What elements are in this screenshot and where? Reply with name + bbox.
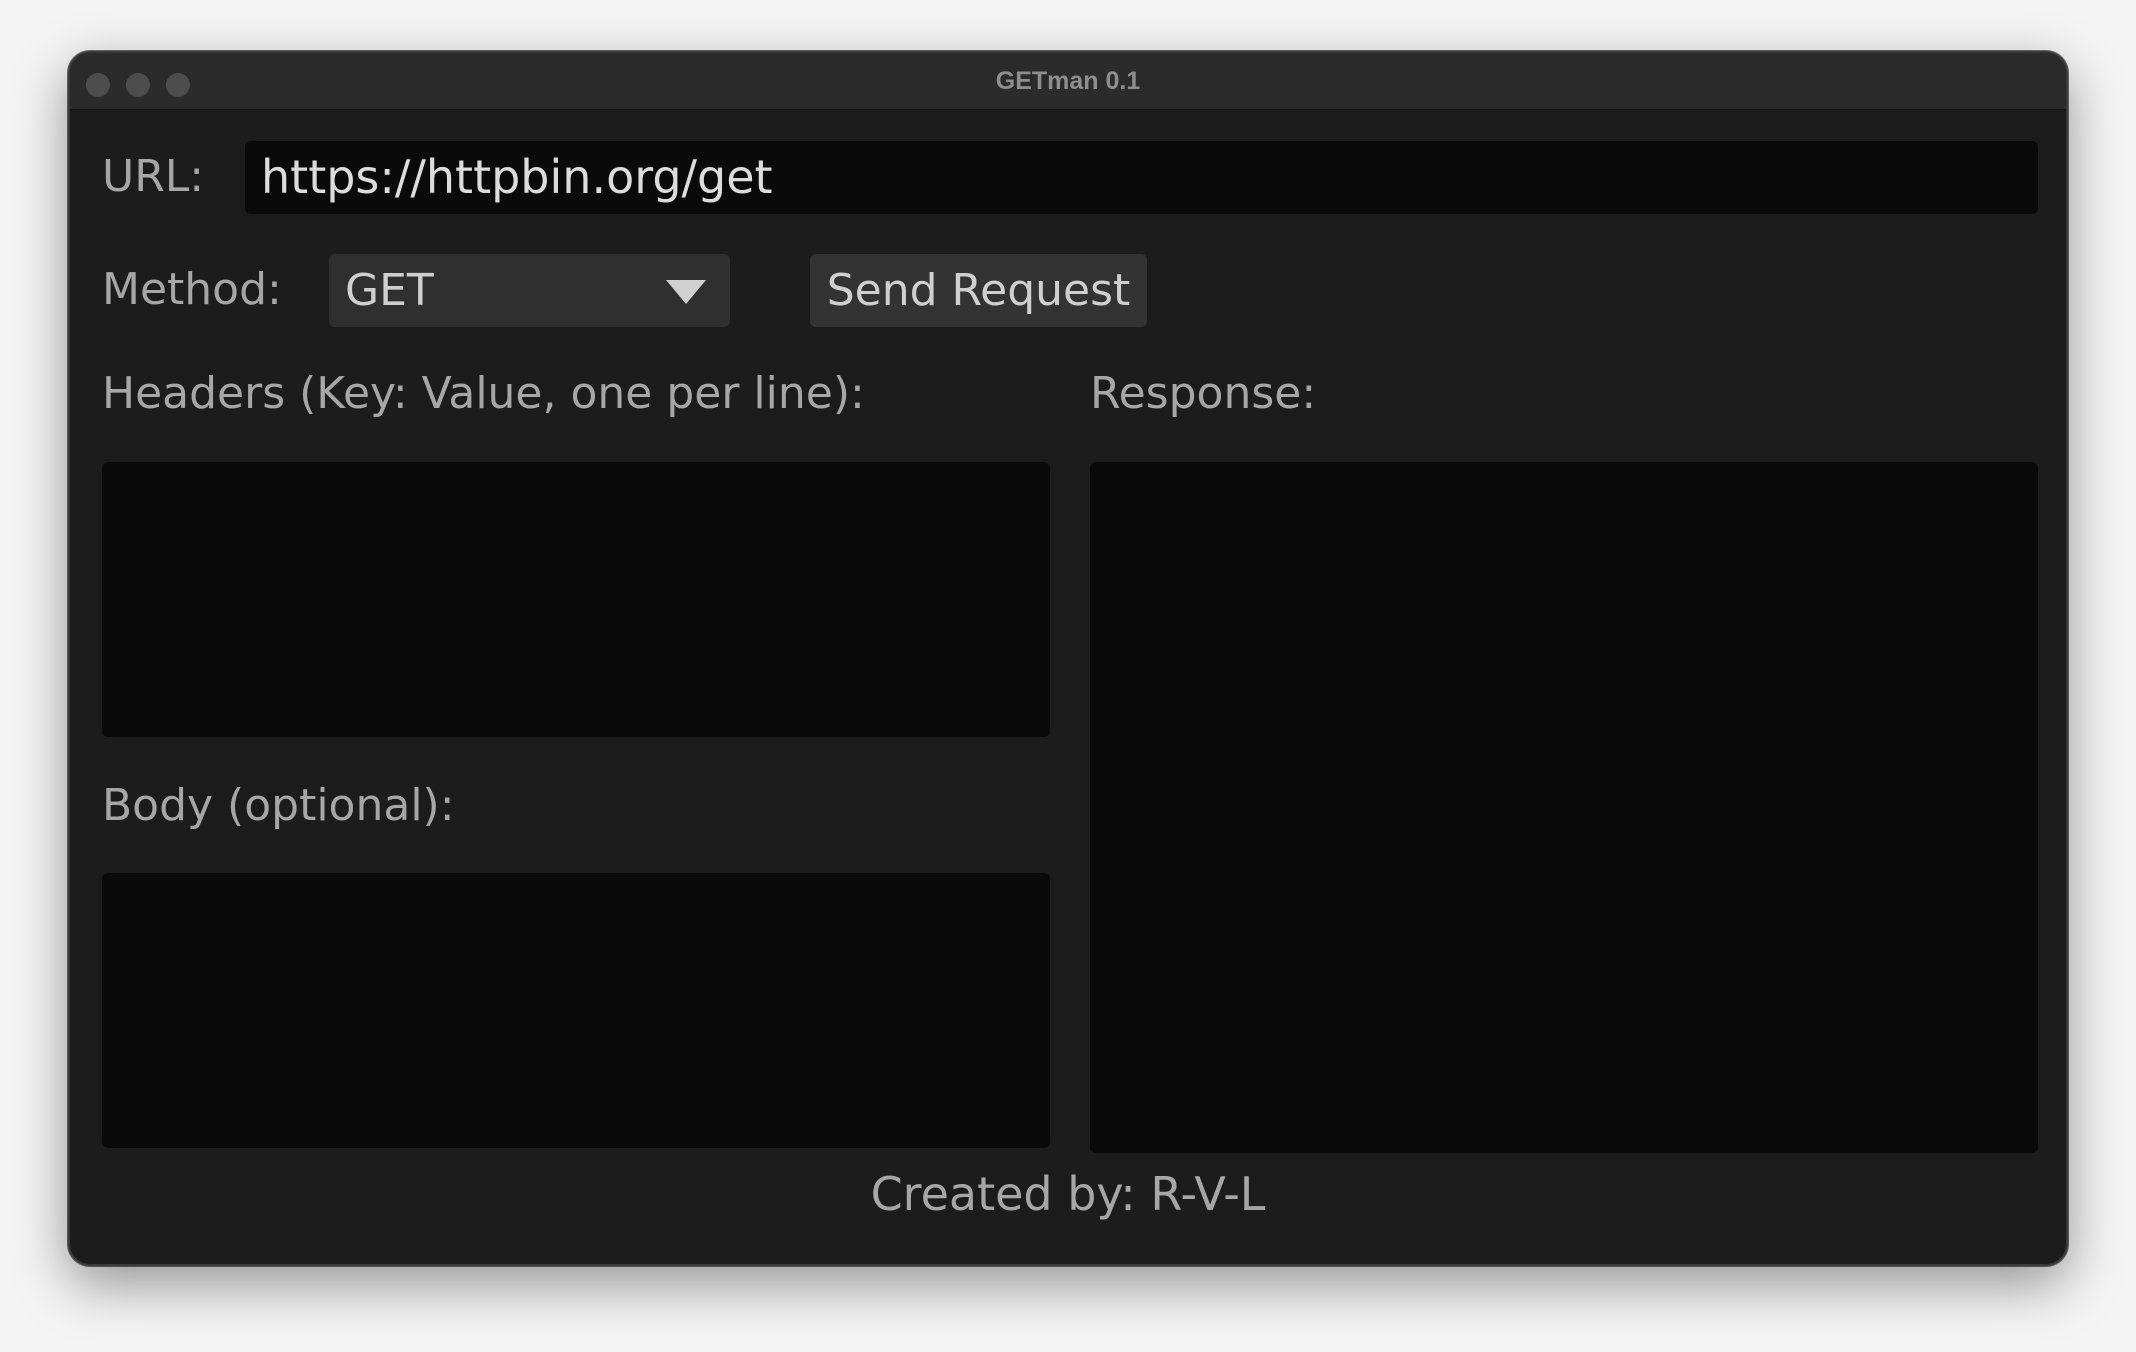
method-selected-value: GET (345, 265, 434, 316)
footer-credit: Created by: R-V-L (870, 1167, 1266, 1221)
url-label: URL: (102, 151, 205, 202)
url-input[interactable]: https://httpbin.org/get (245, 141, 2038, 214)
headers-label: Headers (Key: Value, one per line): (102, 368, 865, 419)
body-label: Body (optional): (102, 780, 455, 831)
response-label: Response: (1090, 368, 1317, 419)
app-window: GETman 0.1 URL: https://httpbin.org/get … (68, 51, 2068, 1266)
window-title: GETman 0.1 (995, 67, 1141, 95)
response-textarea[interactable] (1090, 462, 2038, 1153)
chevron-down-icon[interactable] (666, 280, 706, 304)
method-select[interactable]: GET (329, 254, 730, 327)
method-label: Method: (102, 264, 282, 315)
headers-textarea[interactable] (102, 462, 1050, 737)
title-bar[interactable]: GETman 0.1 (70, 53, 2066, 110)
send-request-button[interactable]: Send Request (810, 254, 1147, 327)
body-textarea[interactable] (102, 873, 1050, 1148)
